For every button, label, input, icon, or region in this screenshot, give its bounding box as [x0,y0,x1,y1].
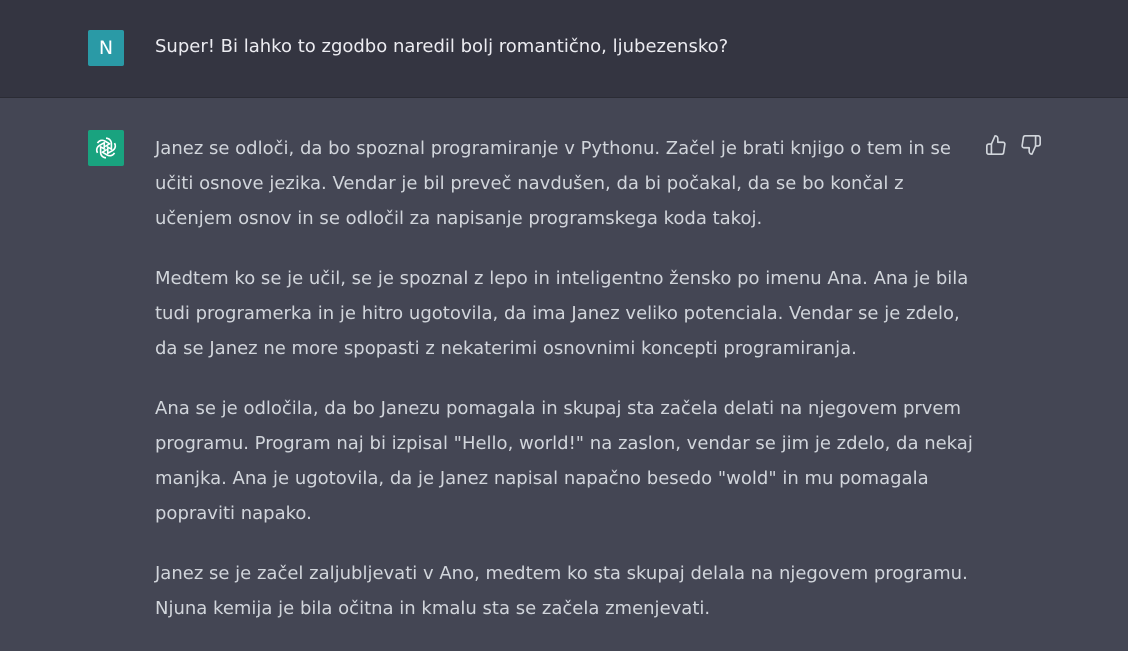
answer-paragraph: Janez se odloči, da bo spoznal programir… [155,138,951,229]
openai-logo-icon [95,137,117,159]
thumbs-up-icon [986,135,1006,155]
user-message-text: Super! Bi lahko to zgodbo naredil bolj r… [155,36,729,57]
assistant-message-text: Janez se odloči, da bo spoznal programir… [155,131,985,651]
answer-paragraph: Medtem ko se je učil, se je spoznal z le… [155,268,969,359]
user-message-row: N Super! Bi lahko to zgodbo naredil bolj… [0,0,1128,98]
thumbs-down-button[interactable] [1020,134,1042,156]
user-avatar: N [88,30,124,66]
assistant-avatar [88,130,124,166]
thumbs-up-button[interactable] [985,134,1007,156]
answer-paragraph: Janez se je začel zaljubljevati v Ano, m… [155,563,968,619]
feedback-buttons [985,134,1045,156]
answer-paragraph: Ana se je odločila, da bo Janezu pomagal… [155,398,973,524]
assistant-message-row: Janez se odloči, da bo spoznal programir… [0,98,1128,635]
thumbs-down-icon [1021,135,1041,155]
